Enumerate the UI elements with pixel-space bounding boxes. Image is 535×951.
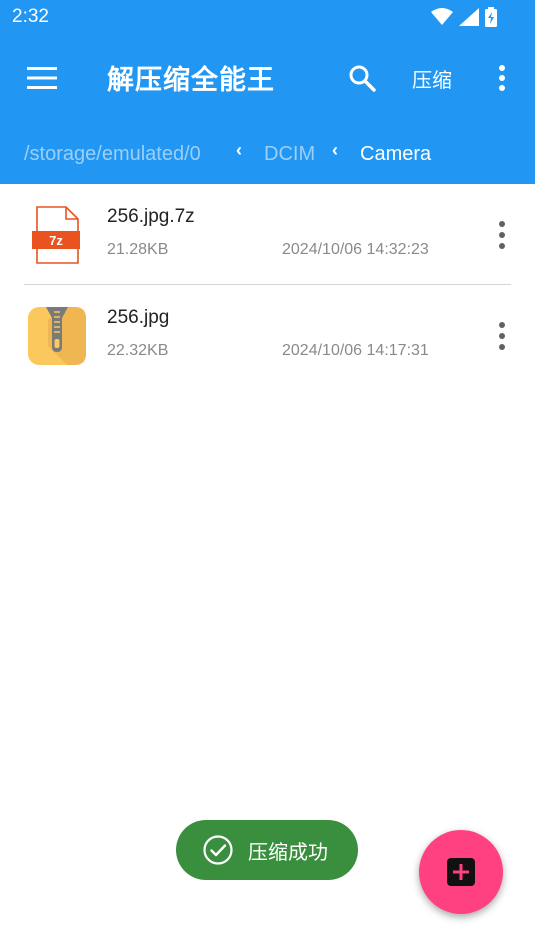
- success-toast: 压缩成功: [176, 820, 358, 880]
- status-time: 2:32: [12, 6, 49, 27]
- 7z-icon-label: 7z: [49, 233, 63, 248]
- more-vert-icon: [499, 322, 505, 350]
- signal-icon: [459, 8, 479, 26]
- file-name: 256.jpg: [107, 307, 170, 328]
- toolbar: 解压缩全能王 压缩: [0, 44, 535, 110]
- search-button[interactable]: [344, 60, 380, 96]
- zip-file-icon: [28, 307, 86, 365]
- menu-button[interactable]: [22, 60, 62, 96]
- file-row[interactable]: 256.jpg 22.32KB 2024/10/06 14:17:31: [0, 285, 535, 386]
- breadcrumb-item-root[interactable]: /storage/emulated/0: [24, 143, 201, 166]
- status-bar: 2:32: [0, 0, 535, 36]
- app-bar: 2:32 解压缩全能王 压缩 /storage/emulated/0 ‹ DCI…: [0, 0, 535, 184]
- chevron-left-icon: ‹: [236, 140, 242, 160]
- chevron-left-icon: ‹: [332, 140, 338, 160]
- file-name: 256.jpg.7z: [107, 206, 195, 227]
- add-box-icon: [447, 858, 475, 886]
- file-size: 21.28KB: [107, 241, 169, 258]
- search-icon: [349, 65, 376, 92]
- hamburger-menu-icon: [27, 67, 57, 89]
- wifi-icon: [431, 8, 453, 25]
- more-vert-icon: [499, 65, 505, 91]
- compress-button[interactable]: 压缩: [412, 64, 452, 93]
- file-list: 7z 256.jpg.7z 21.28KB 2024/10/06 14:32:2…: [0, 184, 535, 386]
- file-size: 22.32KB: [107, 342, 169, 359]
- file-date: 2024/10/06 14:32:23: [282, 241, 429, 258]
- status-icons: [431, 7, 497, 27]
- add-fab-button[interactable]: [419, 830, 503, 914]
- file-more-button[interactable]: [490, 218, 514, 252]
- file-row[interactable]: 7z 256.jpg.7z 21.28KB 2024/10/06 14:32:2…: [0, 184, 535, 285]
- file-date: 2024/10/06 14:17:31: [282, 342, 429, 359]
- file-more-button[interactable]: [490, 319, 514, 353]
- breadcrumb-item-camera[interactable]: Camera: [360, 143, 431, 166]
- battery-icon: [485, 7, 497, 27]
- more-options-button[interactable]: [490, 62, 514, 94]
- 7z-archive-icon: 7z: [32, 206, 80, 264]
- app-title: 解压缩全能王: [107, 65, 275, 96]
- toast-message: 压缩成功: [248, 839, 328, 864]
- breadcrumb-item-dcim[interactable]: DCIM: [264, 143, 315, 166]
- check-circle-icon: [203, 835, 233, 865]
- breadcrumb: /storage/emulated/0 ‹ DCIM ‹ Camera: [0, 140, 535, 170]
- more-vert-icon: [499, 221, 505, 249]
